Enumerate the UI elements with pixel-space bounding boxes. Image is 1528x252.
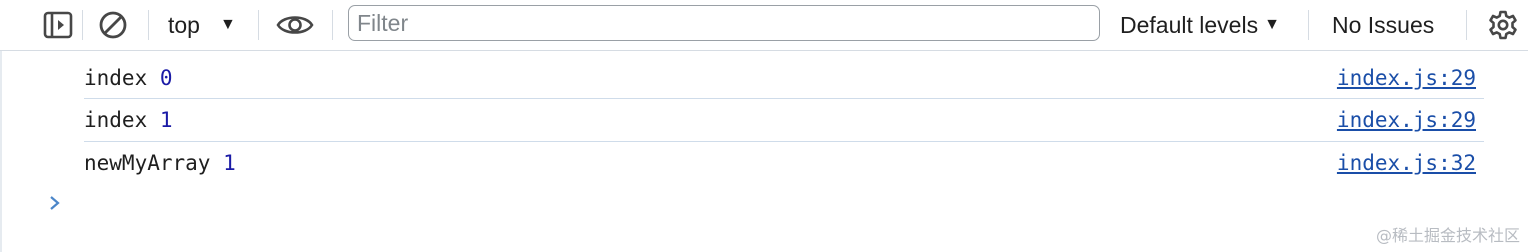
gear-icon[interactable] — [1486, 9, 1520, 41]
issues-counter[interactable]: No Issues — [1332, 8, 1434, 42]
message-value: 0 — [159, 66, 173, 90]
source-link[interactable]: index.js:29 — [1337, 108, 1476, 132]
log-levels-label: Default levels — [1120, 11, 1259, 38]
console-message: index 1 index.js:29 — [84, 99, 1484, 141]
caret-down-icon: ▼ — [219, 16, 236, 33]
clear-console-icon[interactable] — [97, 9, 129, 41]
sidebar-toggle-icon[interactable] — [42, 10, 74, 40]
chevron-right-icon[interactable] — [48, 193, 62, 218]
console-message: index 0 index.js:29 — [84, 57, 1484, 99]
source-link[interactable]: index.js:29 — [1337, 66, 1476, 90]
context-label: top — [168, 11, 200, 38]
issues-label: No Issues — [1332, 11, 1435, 38]
message-label: newMyArray — [84, 151, 211, 175]
message-value: 1 — [159, 108, 173, 132]
context-selector[interactable]: top ▼ — [168, 8, 236, 42]
log-levels-dropdown[interactable]: Default levels ▼ — [1120, 8, 1280, 42]
eye-icon[interactable] — [276, 10, 314, 40]
console-toolbar: top ▼ Default levels ▼ No Issues — [0, 0, 1528, 51]
filter-input[interactable] — [348, 5, 1100, 41]
message-label: index — [84, 66, 148, 90]
console-output: index 0 index.js:29 index 1 index.js:29 … — [0, 51, 1528, 252]
source-link[interactable]: index.js:32 — [1337, 151, 1476, 175]
caret-down-icon: ▼ — [1264, 16, 1280, 33]
message-value: 1 — [223, 151, 236, 175]
message-label: index — [84, 108, 148, 132]
console-message: newMyArray 1 index.js:32 — [84, 142, 1484, 184]
watermark: @稀土掘金技术社区 — [1375, 226, 1520, 245]
